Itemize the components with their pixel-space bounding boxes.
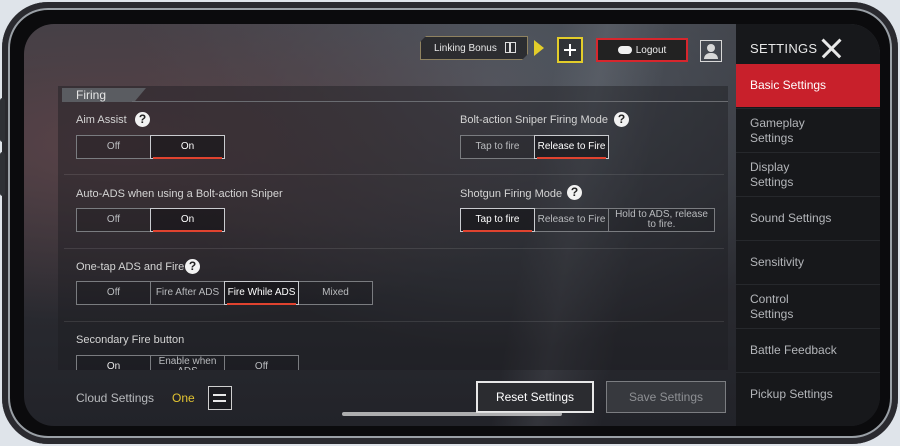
auto-ads-off[interactable]: Off xyxy=(76,208,151,232)
add-button[interactable] xyxy=(557,37,583,63)
save-settings-button[interactable]: Save Settings xyxy=(606,381,726,413)
one-tap-ads-help-icon[interactable]: ? xyxy=(185,259,200,274)
settings-sidebar: SETTINGS Basic Settings Gameplay Setting… xyxy=(736,24,880,426)
game-screen: Linking Bonus Logout Firing Aim Assist ?… xyxy=(24,24,880,426)
close-icon[interactable] xyxy=(820,37,842,59)
shotgun-release-to-fire[interactable]: Release to Fire xyxy=(534,208,609,232)
arrow-right-icon xyxy=(534,40,544,56)
sidebar-item-sensitivity[interactable]: Sensitivity xyxy=(736,240,880,284)
one-tap-fire-while-ads[interactable]: Fire While ADS xyxy=(224,281,299,305)
sidebar-item-display-settings[interactable]: Display Settings xyxy=(736,152,880,196)
bolt-sniper-release-to-fire[interactable]: Release to Fire xyxy=(534,135,609,159)
sidebar-item-control-settings[interactable]: Control Settings xyxy=(736,284,880,328)
sidebar-item-pickup-settings[interactable]: Pickup Settings xyxy=(736,372,880,416)
auto-ads-label: Auto-ADS when using a Bolt-action Sniper xyxy=(76,188,283,200)
shotgun-mode-label: Shotgun Firing Mode xyxy=(460,188,563,200)
bolt-sniper-mode-help-icon[interactable]: ? xyxy=(614,112,629,127)
sidebar-title: SETTINGS xyxy=(750,41,818,56)
aim-assist-label: Aim Assist xyxy=(76,114,127,126)
shotgun-tap-to-fire[interactable]: Tap to fire xyxy=(460,208,535,232)
secondary-fire-toggle: On Enable when ADS Off xyxy=(76,355,299,370)
auto-ads-on[interactable]: On xyxy=(150,208,225,232)
row-divider xyxy=(64,321,724,322)
logout-label: Logout xyxy=(635,44,667,56)
one-tap-off[interactable]: Off xyxy=(76,281,151,305)
linking-bonus-label: Linking Bonus xyxy=(434,42,497,54)
cloud-settings-label: Cloud Settings xyxy=(76,391,155,405)
shotgun-mode-help-icon[interactable]: ? xyxy=(567,185,582,200)
shotgun-hold-to-ads[interactable]: Hold to ADS, release to fire. xyxy=(608,208,715,232)
volume-up-button xyxy=(0,98,5,142)
home-indicator xyxy=(342,412,562,416)
bolt-sniper-mode-label: Bolt-action Sniper Firing Mode xyxy=(460,114,608,126)
sidebar-item-label: Sound Settings xyxy=(750,211,832,225)
secondary-fire-clip: On Enable when ADS Off xyxy=(76,355,316,370)
sidebar-header: SETTINGS xyxy=(736,24,880,64)
sidebar-item-label: Control Settings xyxy=(750,291,794,321)
secondary-fire-enable-when-ads[interactable]: Enable when ADS xyxy=(150,355,225,370)
section-title: Firing xyxy=(62,88,146,102)
one-tap-fire-after-ads[interactable]: Fire After ADS xyxy=(150,281,225,305)
sidebar-item-basic-settings[interactable]: Basic Settings xyxy=(736,64,880,107)
gamepad-icon xyxy=(617,46,632,54)
auto-ads-toggle: Off On xyxy=(76,208,225,232)
secondary-fire-label: Secondary Fire button xyxy=(76,334,185,346)
sidebar-item-gameplay-settings[interactable]: Gameplay Settings xyxy=(736,108,880,152)
linking-bonus-button[interactable]: Linking Bonus xyxy=(420,36,528,60)
sidebar-item-label: Basic Settings xyxy=(750,78,827,92)
aim-assist-help-icon[interactable]: ? xyxy=(135,112,150,127)
aim-assist-toggle: Off On xyxy=(76,135,225,159)
swap-cloud-icon[interactable] xyxy=(208,386,232,410)
sidebar-item-battle-feedback[interactable]: Battle Feedback xyxy=(736,328,880,372)
bolt-sniper-tap-to-fire[interactable]: Tap to fire xyxy=(460,135,535,159)
bolt-sniper-mode-toggle: Tap to fire Release to Fire xyxy=(460,135,609,159)
cloud-settings-value: One xyxy=(172,391,195,405)
sidebar-item-label: Gameplay Settings xyxy=(750,115,805,145)
one-tap-mixed[interactable]: Mixed xyxy=(298,281,373,305)
profile-icon[interactable] xyxy=(700,40,722,62)
aim-assist-off[interactable]: Off xyxy=(76,135,151,159)
sidebar-item-label: Display Settings xyxy=(750,159,794,189)
secondary-fire-off[interactable]: Off xyxy=(224,355,299,370)
sidebar-item-label: Pickup Settings xyxy=(750,387,833,401)
reset-settings-button[interactable]: Reset Settings xyxy=(476,381,594,413)
row-divider xyxy=(64,174,724,175)
sidebar-item-sound-settings[interactable]: Sound Settings xyxy=(736,196,880,240)
one-tap-ads-toggle: Off Fire After ADS Fire While ADS Mixed xyxy=(76,281,373,305)
shotgun-mode-toggle: Tap to fire Release to Fire Hold to ADS,… xyxy=(460,208,715,232)
one-tap-ads-label: One-tap ADS and Fire xyxy=(76,261,185,273)
secondary-fire-on[interactable]: On xyxy=(76,355,151,370)
logout-button[interactable]: Logout xyxy=(596,38,688,62)
section-divider xyxy=(132,101,728,102)
row-divider xyxy=(64,248,724,249)
volume-down-button xyxy=(0,152,5,196)
phone-frame: Linking Bonus Logout Firing Aim Assist ?… xyxy=(0,2,898,444)
aim-assist-on[interactable]: On xyxy=(150,135,225,159)
sidebar-item-label: Battle Feedback xyxy=(750,343,837,357)
sidebar-item-label: Sensitivity xyxy=(750,255,805,269)
gift-icon xyxy=(505,42,516,53)
